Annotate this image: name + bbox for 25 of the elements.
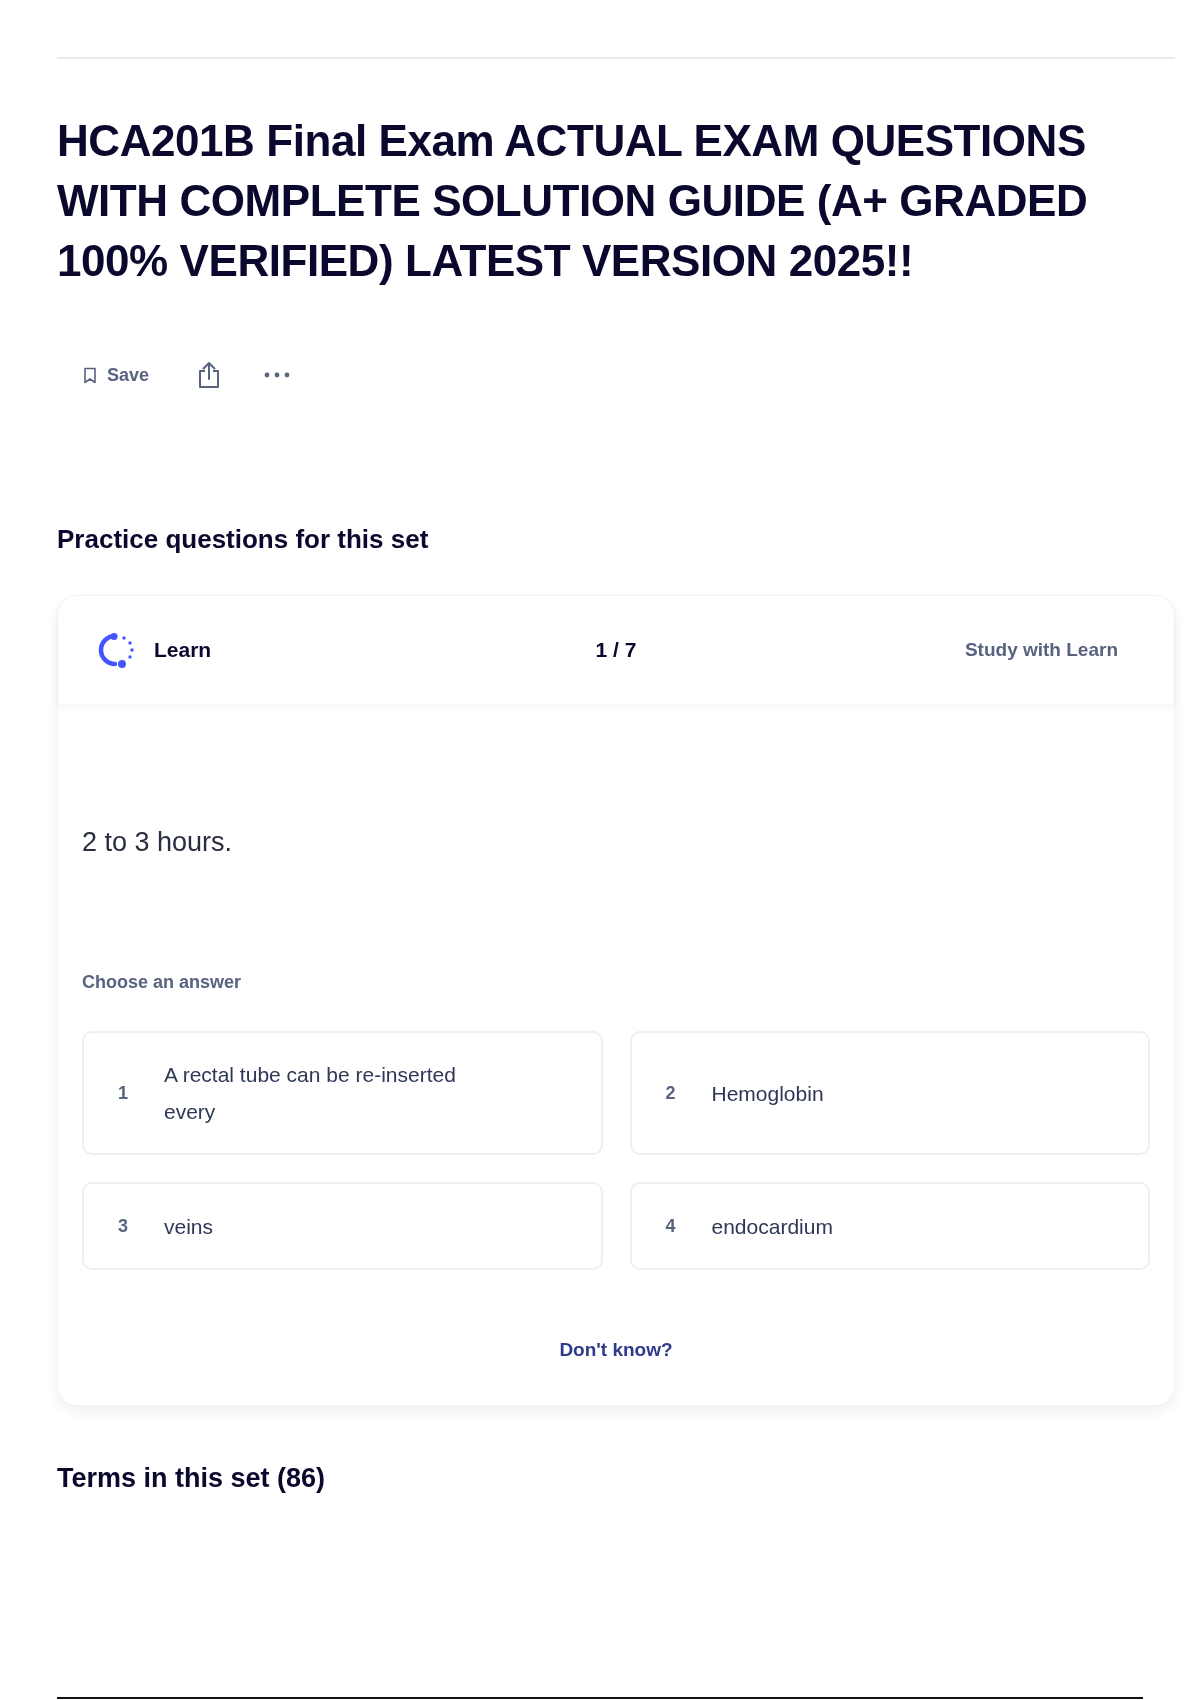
study-with-learn-link[interactable]: Study with Learn (964, 635, 1134, 665)
share-icon (197, 361, 222, 389)
option-text: endocardium (711, 1213, 833, 1240)
save-button[interactable]: Save (71, 355, 162, 395)
answer-prompt: Choose an answer (82, 971, 243, 994)
more-icon (264, 372, 291, 378)
option-number: 2 (665, 1081, 677, 1105)
progress-counter: 1 / 7 (595, 637, 637, 664)
mode-label: Learn (154, 637, 212, 664)
dont-know-button[interactable]: Don't know? (555, 1336, 677, 1365)
answer-option[interactable]: 4 endocardium (629, 1182, 1150, 1270)
answer-option[interactable]: 1 A rectal tube can be re-inserted every (82, 1031, 603, 1155)
option-number: 1 (118, 1081, 129, 1105)
option-text: A rectal tube can be re-inserted every (164, 1062, 457, 1125)
section-heading: Terms in this set (86) (57, 1461, 327, 1495)
option-text: Hemoglobin (711, 1080, 824, 1107)
section-heading: Practice questions for this set (57, 523, 430, 555)
question-text: 2 to 3 hours. (82, 826, 234, 859)
answer-option[interactable]: 2 Hemoglobin (629, 1031, 1150, 1155)
bookmark-icon (83, 366, 97, 384)
option-number: 3 (118, 1214, 129, 1238)
page-title: HCA201B Final Exam ACTUAL EXAM QUESTIONS WITH COMPLETE SOLUTION GUIDE (A+ GRADED 100% VERIFIED) LATEST VERSION 2025!! (57, 115, 1089, 287)
answer-option[interactable]: 3 veins (82, 1182, 603, 1270)
option-text: veins (164, 1213, 214, 1240)
option-number: 4 (665, 1214, 677, 1238)
